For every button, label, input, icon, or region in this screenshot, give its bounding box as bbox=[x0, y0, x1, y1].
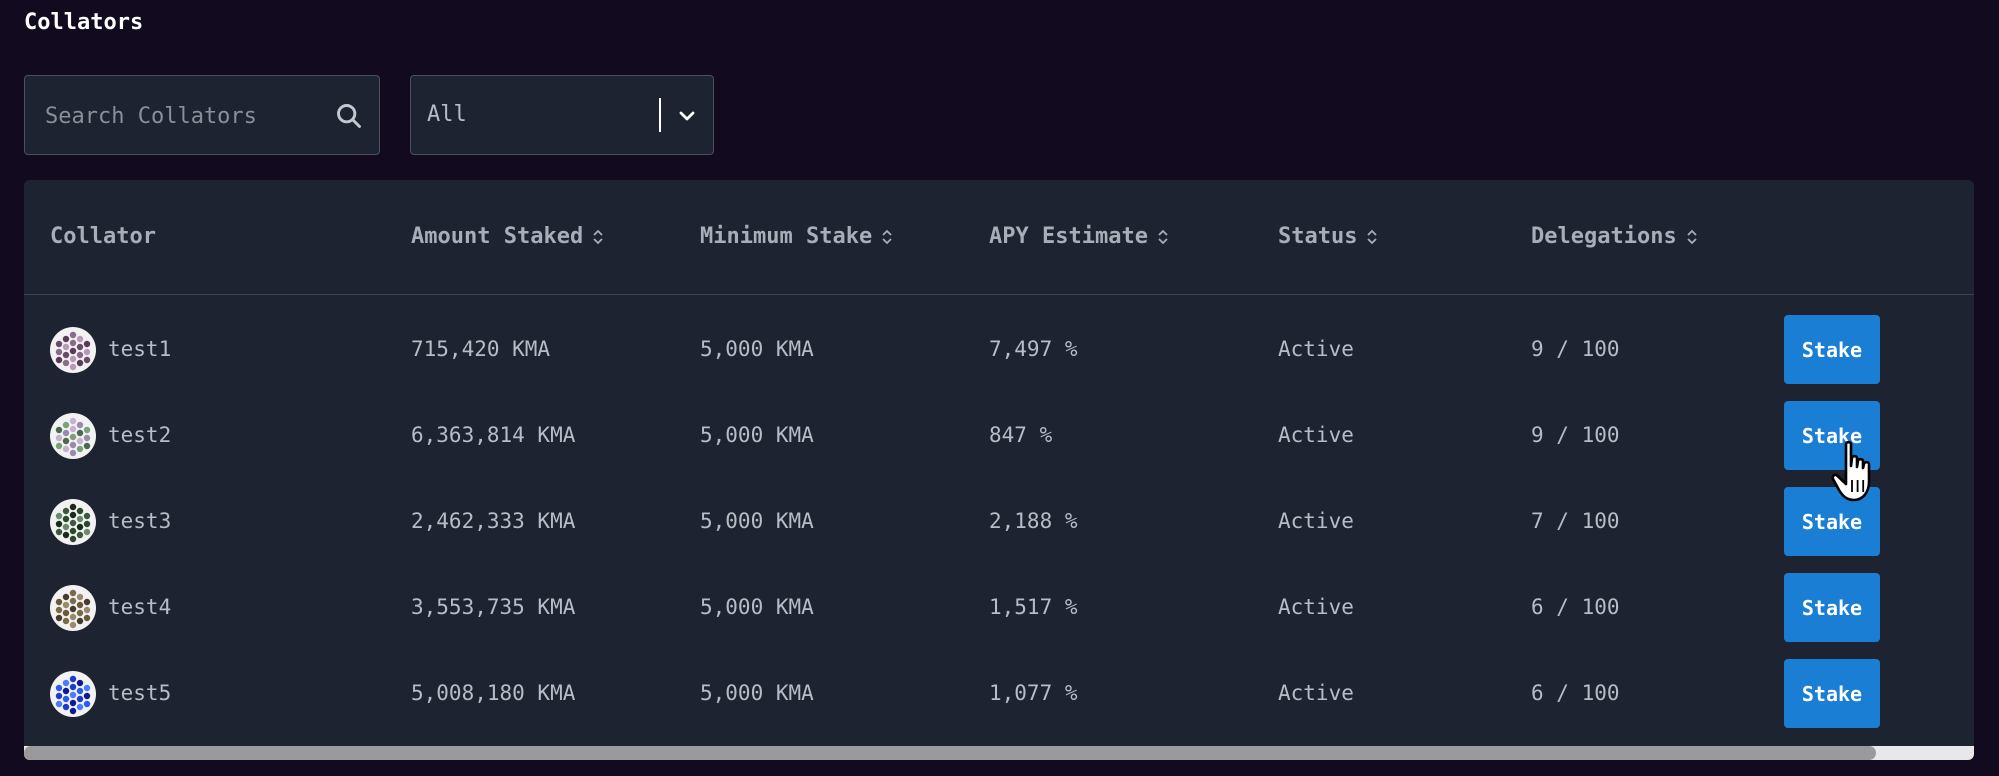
status-text: Active bbox=[1278, 595, 1354, 619]
column-header-minimum-stake[interactable]: Minimum Stake bbox=[700, 180, 894, 294]
amount-staked: 6,363,814 KMA bbox=[411, 423, 576, 447]
avatar bbox=[50, 327, 96, 373]
table-row: test5 5,008,180 KMA 5,000 KMA 1,077 % Ac… bbox=[24, 650, 1974, 736]
column-label: Status bbox=[1278, 224, 1358, 249]
delegations-count: 9 / 100 bbox=[1531, 337, 1620, 361]
column-header-collator: Collator bbox=[50, 180, 156, 294]
filter-selected-value: All bbox=[427, 102, 467, 127]
collator-name: test2 bbox=[108, 423, 172, 447]
search-icon[interactable] bbox=[335, 102, 363, 130]
table-row: test3 2,462,333 KMA 5,000 KMA 2,188 % Ac… bbox=[24, 478, 1974, 564]
status-text: Active bbox=[1278, 681, 1354, 705]
amount-staked: 5,008,180 KMA bbox=[411, 681, 576, 705]
collator-name: test5 bbox=[108, 681, 172, 705]
apy-estimate: 1,077 % bbox=[989, 681, 1078, 705]
avatar bbox=[50, 585, 96, 631]
status-filter-select[interactable]: All bbox=[410, 75, 714, 155]
apy-estimate: 7,497 % bbox=[989, 337, 1078, 361]
sort-icon[interactable] bbox=[591, 227, 605, 247]
table-row: test1 715,420 KMA 5,000 KMA 7,497 % Acti… bbox=[24, 306, 1974, 392]
apy-estimate: 1,517 % bbox=[989, 595, 1078, 619]
delegations-count: 6 / 100 bbox=[1531, 681, 1620, 705]
table-row: test2 6,363,814 KMA 5,000 KMA 847 % Acti… bbox=[24, 392, 1974, 478]
minimum-stake: 5,000 KMA bbox=[700, 509, 814, 533]
stake-button[interactable]: Stake bbox=[1784, 401, 1880, 470]
column-label: Delegations bbox=[1531, 224, 1677, 249]
search-input[interactable] bbox=[43, 76, 327, 156]
amount-staked: 715,420 KMA bbox=[411, 337, 551, 361]
column-header-delegations[interactable]: Delegations bbox=[1531, 180, 1699, 294]
collator-name: test4 bbox=[108, 595, 172, 619]
sort-icon[interactable] bbox=[1156, 227, 1170, 247]
minimum-stake: 5,000 KMA bbox=[700, 337, 814, 361]
chevron-down-icon[interactable] bbox=[675, 104, 699, 128]
minimum-stake: 5,000 KMA bbox=[700, 681, 814, 705]
scrollbar-thumb[interactable] bbox=[24, 746, 1876, 760]
sort-icon[interactable] bbox=[1365, 227, 1379, 247]
stake-button[interactable]: Stake bbox=[1784, 315, 1880, 384]
minimum-stake: 5,000 KMA bbox=[700, 423, 814, 447]
delegations-count: 6 / 100 bbox=[1531, 595, 1620, 619]
apy-estimate: 2,188 % bbox=[989, 509, 1078, 533]
sort-icon[interactable] bbox=[880, 227, 894, 247]
avatar bbox=[50, 671, 96, 717]
column-header-apy-estimate[interactable]: APY Estimate bbox=[989, 180, 1170, 294]
table-row: test4 3,553,735 KMA 5,000 KMA 1,517 % Ac… bbox=[24, 564, 1974, 650]
horizontal-scrollbar[interactable] bbox=[24, 746, 1974, 760]
stake-button[interactable]: Stake bbox=[1784, 573, 1880, 642]
column-header-status[interactable]: Status bbox=[1278, 180, 1379, 294]
apy-estimate: 847 % bbox=[989, 423, 1053, 447]
column-label: Minimum Stake bbox=[700, 224, 873, 249]
collator-name: test3 bbox=[108, 509, 172, 533]
delegations-count: 7 / 100 bbox=[1531, 509, 1620, 533]
stake-button[interactable]: Stake bbox=[1784, 659, 1880, 728]
delegations-count: 9 / 100 bbox=[1531, 423, 1620, 447]
sort-icon[interactable] bbox=[1685, 227, 1699, 247]
amount-staked: 2,462,333 KMA bbox=[411, 509, 576, 533]
avatar bbox=[50, 499, 96, 545]
select-divider bbox=[659, 98, 661, 132]
status-text: Active bbox=[1278, 337, 1354, 361]
collators-table: Collator Amount Staked Minimum Stake APY… bbox=[24, 180, 1974, 760]
column-label: Amount Staked bbox=[411, 224, 584, 249]
stake-button[interactable]: Stake bbox=[1784, 487, 1880, 556]
minimum-stake: 5,000 KMA bbox=[700, 595, 814, 619]
collator-name: test1 bbox=[108, 337, 172, 361]
search-box[interactable] bbox=[24, 75, 380, 156]
column-label: APY Estimate bbox=[989, 224, 1148, 249]
column-label: Collator bbox=[50, 224, 156, 249]
amount-staked: 3,553,735 KMA bbox=[411, 595, 576, 619]
avatar bbox=[50, 413, 96, 459]
column-header-amount-staked[interactable]: Amount Staked bbox=[411, 180, 605, 294]
status-text: Active bbox=[1278, 509, 1354, 533]
status-text: Active bbox=[1278, 423, 1354, 447]
page-title: Collators bbox=[24, 10, 144, 35]
table-header: Collator Amount Staked Minimum Stake APY… bbox=[24, 180, 1974, 295]
